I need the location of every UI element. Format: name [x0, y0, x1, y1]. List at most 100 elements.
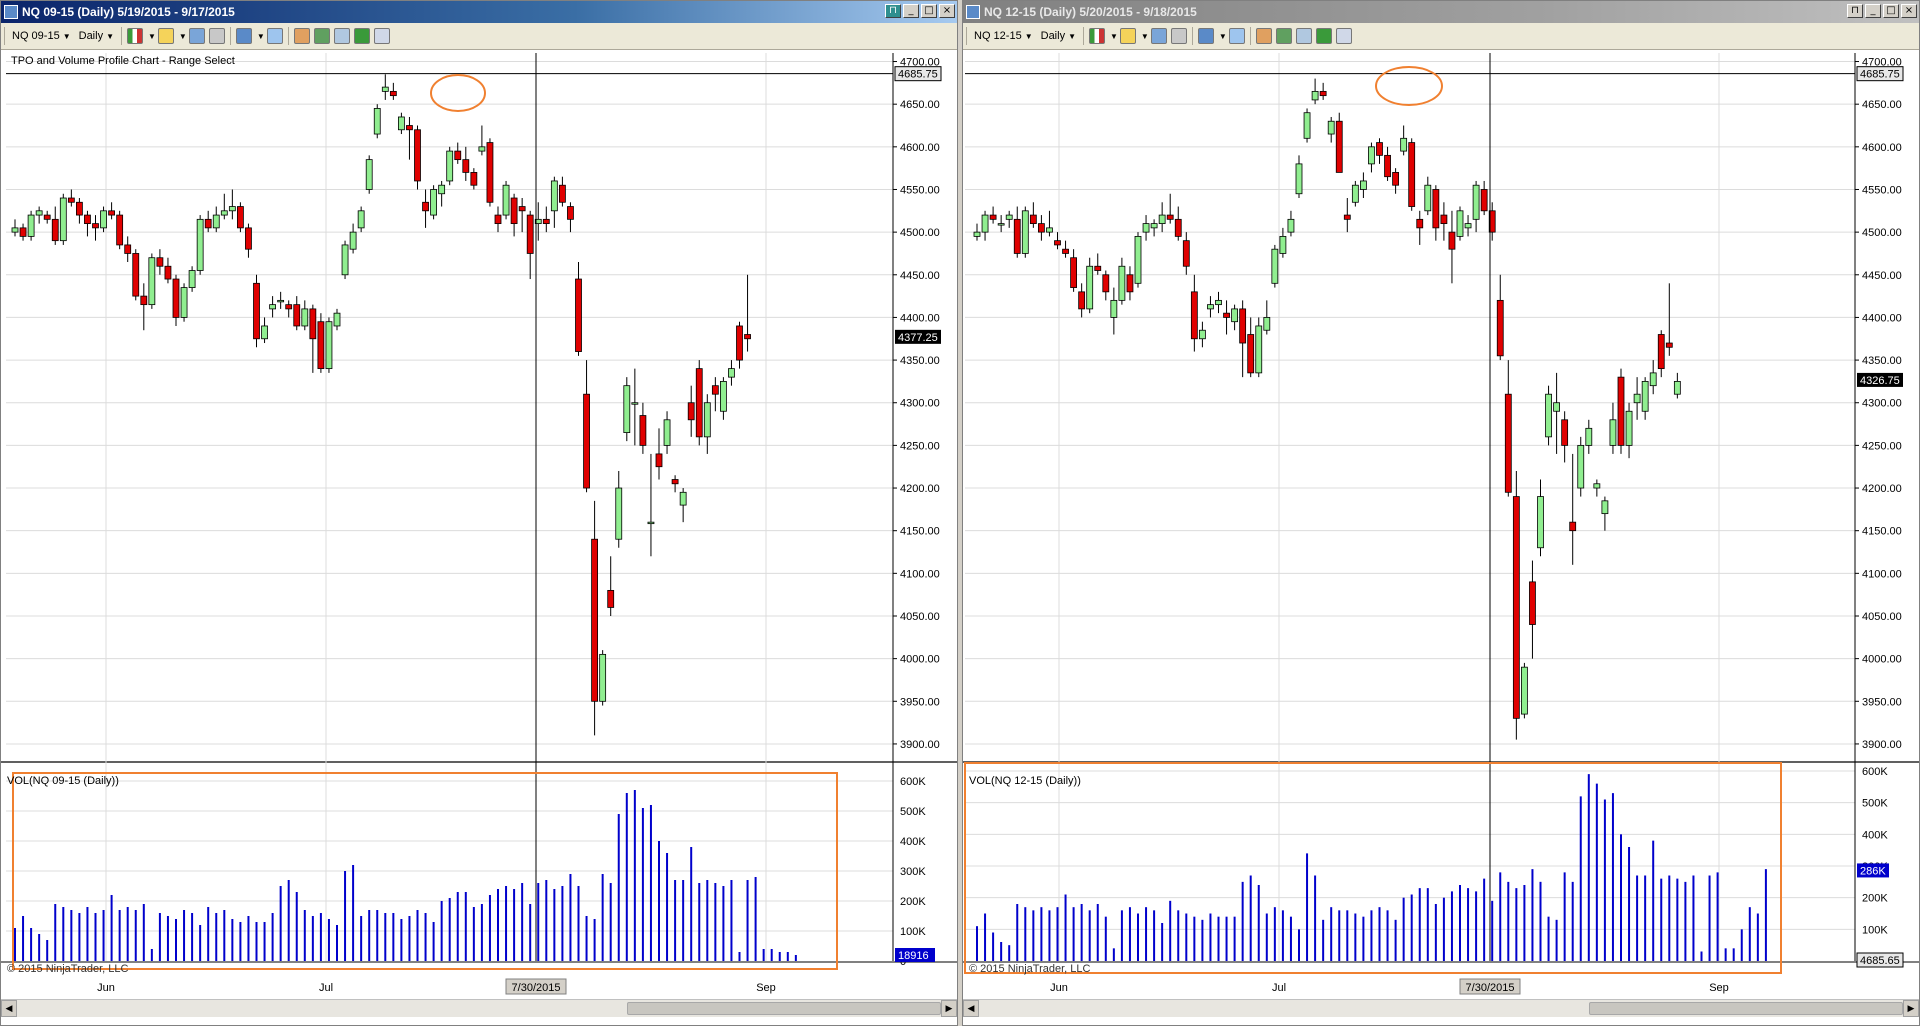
candlestick	[317, 321, 325, 370]
scroll-thumb[interactable]	[627, 1002, 941, 1015]
candlestick	[1311, 90, 1319, 101]
price-tick-label: 3900.00	[900, 739, 940, 751]
candlestick	[671, 479, 679, 485]
candlestick	[631, 402, 639, 405]
candlestick	[1585, 427, 1593, 446]
candlestick	[1577, 444, 1585, 489]
candlestick	[679, 491, 687, 506]
price-tick-label: 4350.00	[900, 355, 940, 367]
month-label: Jun	[1050, 982, 1068, 994]
candlestick	[1118, 265, 1126, 301]
candlestick	[567, 206, 574, 220]
horizontal-scrollbar[interactable]: ◀ ▶	[963, 999, 1919, 1017]
candlestick	[575, 278, 582, 352]
range-select-box	[964, 762, 1782, 974]
price-tick-label: 4250.00	[900, 440, 940, 452]
month-label: Jul	[1272, 982, 1286, 994]
horizontal-scrollbar[interactable]: ◀ ▶	[1, 999, 957, 1017]
candlestick	[591, 538, 598, 702]
candlestick	[11, 227, 19, 233]
candlestick	[253, 282, 260, 340]
candlestick	[67, 197, 75, 203]
candlestick	[1174, 218, 1182, 237]
volume-tick-label: 400K	[900, 836, 926, 848]
scroll-thumb[interactable]	[1589, 1002, 1903, 1015]
chart-canvas[interactable]: 4700.004650.004600.004550.004500.004450.…	[1, 1, 958, 1026]
candlestick	[1078, 291, 1086, 310]
price-tick-label: 4050.00	[900, 611, 940, 623]
candlestick	[470, 172, 478, 186]
candlestick	[1231, 308, 1239, 323]
scroll-right-icon[interactable]: ▶	[941, 1000, 957, 1017]
candlestick	[325, 321, 333, 370]
candlestick	[1303, 112, 1311, 139]
candlestick	[1134, 235, 1142, 284]
copyright-label: © 2015 NinjaTrader, LLC	[969, 963, 1090, 975]
candlestick	[1376, 142, 1383, 156]
chart-canvas[interactable]: 4700.004650.004600.004550.004500.004450.…	[963, 1, 1920, 1026]
month-label: Jun	[97, 982, 115, 994]
scroll-right-icon[interactable]: ▶	[1903, 1000, 1919, 1017]
candlestick	[414, 129, 421, 182]
candlestick	[1046, 227, 1053, 233]
candlestick	[333, 312, 341, 327]
price-tick-label: 4100.00	[1862, 568, 1902, 580]
candlestick	[1400, 137, 1408, 152]
candlestick	[1287, 218, 1295, 233]
candlestick	[1279, 235, 1287, 254]
candlestick	[116, 214, 124, 246]
scroll-left-icon[interactable]: ◀	[1, 1000, 17, 1017]
candlestick	[981, 214, 989, 233]
candlestick	[639, 415, 647, 446]
candlestick	[35, 210, 43, 216]
price-tick-label: 3950.00	[900, 696, 940, 708]
candlestick	[1263, 317, 1271, 331]
candlestick	[663, 419, 671, 446]
candlestick	[1319, 90, 1327, 97]
chart-window-right[interactable]: NQ 12-15 (Daily) 5/20/2015 - 9/18/2015 ⊓…	[962, 0, 1920, 1026]
candlestick	[1521, 666, 1528, 715]
price-tick-label: 4650.00	[900, 99, 940, 111]
candlestick	[655, 453, 663, 468]
candlestick	[542, 218, 550, 225]
candlestick	[1601, 500, 1609, 515]
candlestick	[1038, 223, 1045, 233]
candlestick	[438, 184, 446, 195]
candlestick	[365, 159, 373, 190]
candlestick	[744, 334, 751, 340]
candlestick	[647, 521, 655, 525]
volume-tick-label: 600K	[900, 776, 926, 788]
candlestick	[736, 325, 743, 361]
candlestick	[494, 214, 502, 225]
chart-window-left[interactable]: NQ 09-15 (Daily) 5/19/2015 - 9/17/2015 ⊓…	[0, 0, 958, 1026]
candlestick	[599, 653, 607, 702]
candlestick	[422, 201, 429, 212]
price-tick-label: 4550.00	[900, 184, 940, 196]
volume-tick-label: 300K	[900, 866, 926, 878]
candlestick	[997, 223, 1005, 226]
price-tick-label: 4500.00	[900, 227, 940, 239]
candlestick	[1029, 214, 1037, 225]
price-tick-label: 4150.00	[1862, 526, 1902, 538]
candlestick	[373, 108, 381, 135]
price-tick-label: 4250.00	[1862, 440, 1902, 452]
candlestick	[1198, 329, 1206, 340]
candlestick	[1633, 393, 1641, 404]
candlestick	[615, 487, 623, 540]
candlestick	[76, 201, 83, 216]
price-tick-label: 4600.00	[900, 142, 940, 154]
price-tick-label: 4200.00	[900, 483, 940, 495]
candlestick	[1529, 581, 1536, 625]
candlestick	[720, 381, 727, 412]
candlestick	[84, 214, 91, 225]
candlestick	[196, 218, 204, 271]
month-label: Jul	[319, 982, 333, 994]
volume-tick-label: 200K	[1862, 893, 1888, 905]
scroll-left-icon[interactable]: ◀	[963, 1000, 979, 1017]
candlestick	[518, 206, 526, 212]
candlestick	[220, 210, 228, 216]
candlestick	[389, 90, 397, 97]
candlestick	[1158, 214, 1166, 225]
price-tick-label: 4450.00	[1862, 270, 1902, 282]
candlestick	[1351, 184, 1359, 203]
